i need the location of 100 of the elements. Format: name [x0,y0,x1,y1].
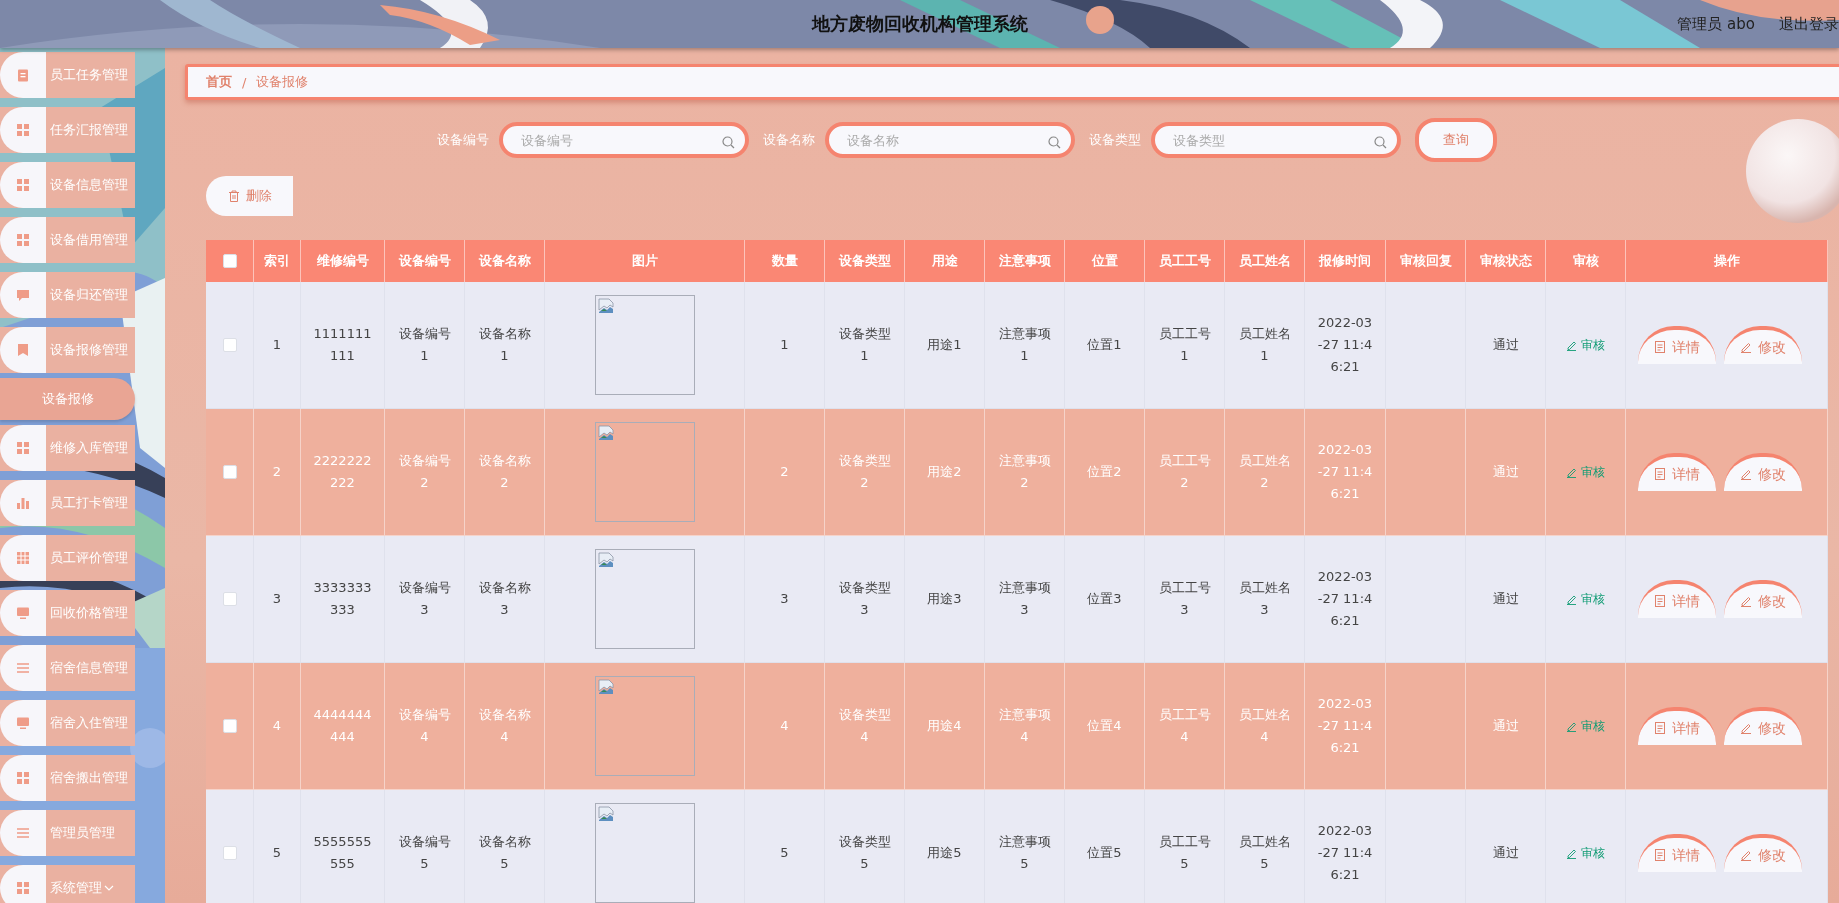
audit-link[interactable]: 审核 [1566,844,1605,862]
grid-icon [16,233,30,247]
checkbox[interactable] [222,338,237,352]
table-cell: 设备类型1 [825,282,905,409]
table-cell: 设备名称2 [465,409,545,536]
table-cell: 用途4 [905,663,985,790]
sidebar-item[interactable]: 员工评价管理 [0,535,135,581]
column-header: 报修时间 [1305,240,1386,282]
column-header: 设备类型 [825,240,905,282]
detail-button[interactable]: 详情 [1638,453,1716,491]
sidebar-item[interactable]: 宿舍搬出管理 [0,755,135,801]
table-cell: 3 [254,536,301,663]
table-cell: 设备编号4 [385,663,465,790]
column-header: 审核 [1546,240,1626,282]
sidebar-item[interactable]: 回收价格管理 [0,590,135,636]
column-header: 图片 [545,240,745,282]
table-cell: 2022-03-27 11:46:21 [1305,409,1386,536]
table-cell: 2022-03-27 11:46:21 [1305,536,1386,663]
breadcrumb-link[interactable]: 设备报修 [256,73,309,91]
checkbox[interactable] [222,465,237,479]
detail-button[interactable]: 详情 [1638,580,1716,618]
sidebar-item[interactable]: 设备报修管理 [0,327,135,373]
table-cell: 通过 [1466,663,1546,790]
sidebar-item[interactable]: 设备归还管理 [0,272,135,318]
table-cell: 设备类型5 [825,790,905,903]
checkbox[interactable] [222,592,237,606]
table-cell: 设备名称4 [465,663,545,790]
sidebar-item[interactable]: 设备信息管理 [0,162,135,208]
search-field[interactable]: 设备类型 [1151,122,1401,158]
detail-button[interactable]: 详情 [1638,326,1716,364]
edit-button[interactable]: 修改 [1724,834,1802,872]
detail-button[interactable]: 详情 [1638,834,1716,872]
broken-image-icon [597,298,614,314]
pencil-icon [1740,341,1752,353]
delete-button[interactable]: 删除 [206,176,293,216]
edit-button[interactable]: 修改 [1724,580,1802,618]
query-button[interactable]: 查询 [1415,118,1497,162]
table-cell: 2022-03-27 11:46:21 [1305,282,1386,409]
table-cell: 设备编号2 [385,409,465,536]
table-cell: 2 [745,409,825,536]
table-cell: 4444444444 [301,663,385,790]
table-cell: 通过 [1466,536,1546,663]
table-cell: 员工姓名4 [1225,663,1305,790]
grid-icon [16,881,30,895]
sidebar-item[interactable]: 员工打卡管理 [0,480,135,526]
sidebar-item[interactable]: 任务汇报管理 [0,107,135,153]
checkbox[interactable] [222,254,237,268]
sidebar-item[interactable]: 维修入库管理 [0,425,135,471]
audit-link[interactable]: 审核 [1566,717,1605,735]
column-header: 维修编号 [301,240,385,282]
search-icon [722,136,735,149]
column-header: 设备编号 [385,240,465,282]
table-cell: 员工工号5 [1145,790,1225,903]
table-cell: 用途3 [905,536,985,663]
sidebar-item[interactable]: 设备借用管理 [0,217,135,263]
detail-button[interactable]: 详情 [1638,707,1716,745]
sidebar-item[interactable]: 员工任务管理 [0,52,135,98]
audit-link[interactable]: 审核 [1566,336,1605,354]
sidebar-item[interactable]: 管理员管理 [0,810,135,856]
table-cell: 员工工号4 [1145,663,1225,790]
checkbox[interactable] [222,719,237,733]
edit-button[interactable]: 修改 [1724,453,1802,491]
field-label: 设备名称 [763,131,815,149]
trash-icon [227,190,240,202]
table-cell: 位置1 [1065,282,1145,409]
sidebar-item[interactable]: 宿舍信息管理 [0,645,135,691]
pen-icon [1566,847,1577,859]
search-field[interactable]: 设备名称 [825,122,1075,158]
edit-button[interactable]: 修改 [1724,707,1802,745]
checkbox[interactable] [222,846,237,860]
search-icon [1048,136,1061,149]
table-cell: 设备名称1 [465,282,545,409]
sidebar-item[interactable]: 宿舍入住管理 [0,700,135,746]
chat-icon [16,288,30,302]
audit-link[interactable]: 审核 [1566,590,1605,608]
table-cell: 设备类型3 [825,536,905,663]
table-cell: 注意事项5 [985,790,1065,903]
table-cell: 通过 [1466,282,1546,409]
grid-icon [16,123,30,137]
grid-icon [16,771,30,785]
column-header: 员工姓名 [1225,240,1305,282]
monitor-icon [16,716,30,730]
table-cell: 通过 [1466,790,1546,903]
table-cell: 1 [745,282,825,409]
list-icon [16,826,30,840]
sidebar-item[interactable]: 系统管理 [0,865,135,903]
breadcrumb-link[interactable]: 首页 [206,73,232,91]
table-cell: 设备类型2 [825,409,905,536]
grid-icon [16,441,30,455]
table-cell: 3 [745,536,825,663]
edit-button[interactable]: 修改 [1724,326,1802,364]
search-field[interactable]: 设备编号 [499,122,749,158]
column-header: 注意事项 [985,240,1065,282]
pencil-icon [1740,849,1752,861]
table-cell: 员工姓名3 [1225,536,1305,663]
breadcrumb-separator: / [242,74,247,90]
table-cell: 4 [254,663,301,790]
audit-link[interactable]: 审核 [1566,463,1605,481]
document-icon [1654,722,1666,734]
submenu-item[interactable]: 设备报修 [0,378,135,420]
